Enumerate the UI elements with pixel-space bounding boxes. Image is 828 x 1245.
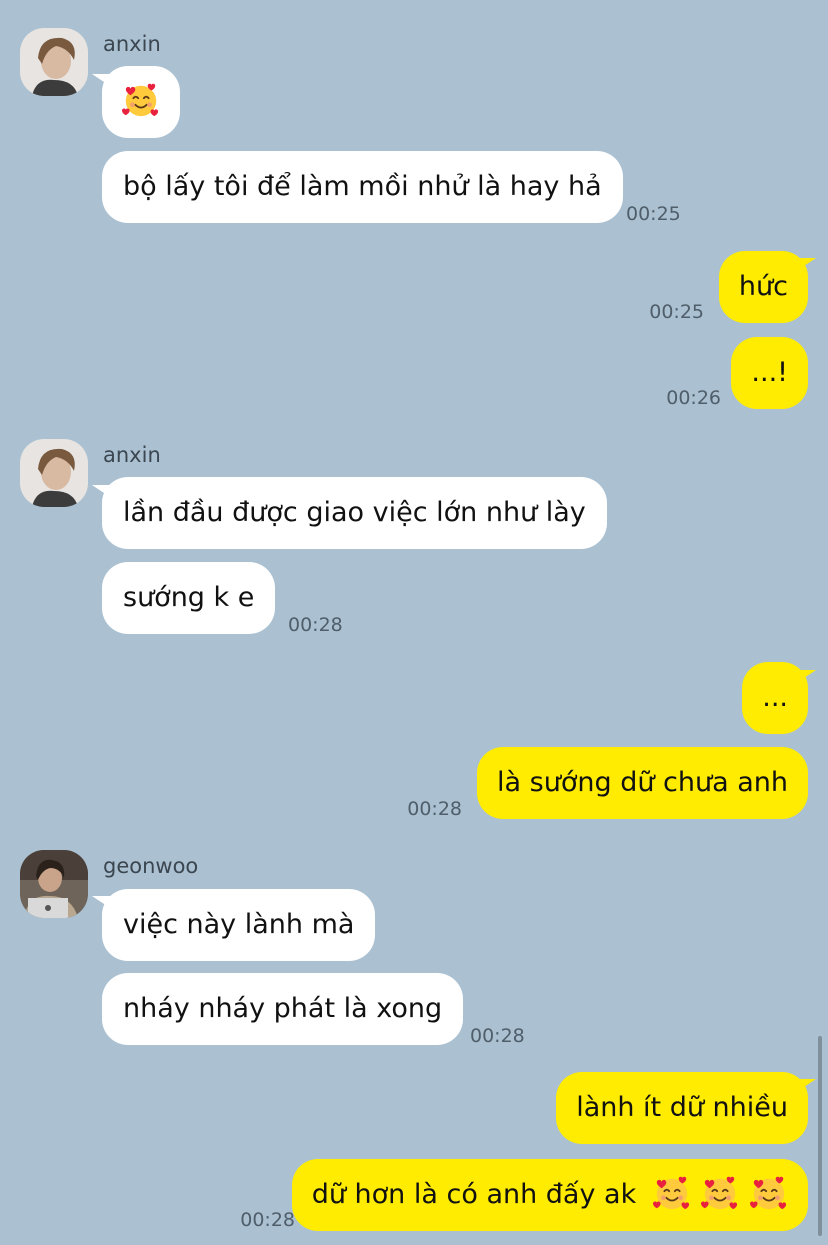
message-time: 00:28 xyxy=(288,614,343,636)
message-bubble[interactable]: việc này lành mà xyxy=(102,889,376,961)
message-bubble[interactable]: hức xyxy=(718,251,808,323)
message-bubble[interactable]: nháy nháy phát là xong xyxy=(102,973,464,1045)
avatar-image xyxy=(20,850,88,918)
sender-name: anxin xyxy=(103,443,161,467)
message-bubble[interactable]: ...! xyxy=(731,337,808,409)
sender-name: geonwoo xyxy=(103,854,199,878)
avatar-anxin[interactable] xyxy=(20,28,88,96)
message-bubble[interactable]: bộ lấy tôi để làm mồi nhử là hay hả xyxy=(102,151,623,223)
message-bubble-with-emoji[interactable]: dữ hơn là có anh đấy ak xyxy=(291,1159,808,1232)
avatar-geonwoo[interactable] xyxy=(20,850,88,918)
smiling-face-with-hearts-icon xyxy=(122,81,160,119)
message-bubble[interactable]: lành ít dữ nhiều xyxy=(556,1072,808,1144)
message-time: 00:28 xyxy=(240,1209,295,1231)
message-time: 00:28 xyxy=(407,798,462,820)
message-bubble[interactable]: ... xyxy=(742,662,808,734)
sender-name: anxin xyxy=(103,32,161,56)
emoji-row xyxy=(651,1160,788,1232)
message-time: 00:25 xyxy=(649,301,704,323)
message-bubble[interactable]: sướng k e xyxy=(102,562,276,634)
message-time: 00:28 xyxy=(470,1025,525,1047)
avatar-image xyxy=(20,28,88,96)
avatar-anxin[interactable] xyxy=(20,439,88,507)
message-bubble[interactable]: lần đầu được giao việc lớn như lày xyxy=(102,477,607,549)
scrollbar[interactable] xyxy=(818,1036,822,1236)
message-time: 00:26 xyxy=(666,387,721,409)
smiling-face-with-hearts-icon xyxy=(653,1174,691,1212)
message-time: 00:25 xyxy=(626,203,681,225)
message-text: dữ hơn là có anh đấy ak xyxy=(311,1179,637,1210)
message-bubble-emoji[interactable] xyxy=(102,66,180,138)
smiling-face-with-hearts-icon xyxy=(750,1174,788,1212)
smiling-face-with-hearts-icon xyxy=(701,1174,739,1212)
message-bubble[interactable]: là sướng dữ chưa anh xyxy=(477,747,808,819)
avatar-image xyxy=(20,439,88,507)
